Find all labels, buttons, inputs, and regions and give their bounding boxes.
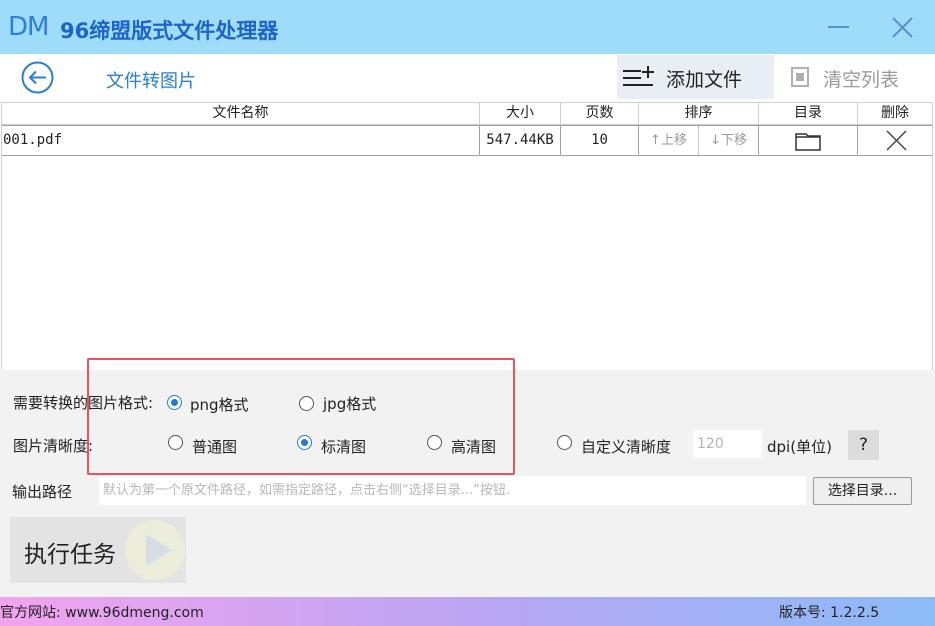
file-table: 文件名称 大小 页数 排序 目录 删除 001.pdf 547.44KB 10 … xyxy=(1,102,933,370)
add-file-label: 添加文件 xyxy=(666,69,743,91)
delete-row-button[interactable] xyxy=(858,126,932,155)
move-down-button[interactable]: ↓下移 xyxy=(699,126,759,155)
back-arrow-icon xyxy=(21,61,54,94)
back-button[interactable] xyxy=(21,61,54,94)
minimize-icon xyxy=(828,26,849,28)
clarity-custom-label[interactable]: 自定义清晰度 xyxy=(581,436,671,457)
add-list-icon xyxy=(623,66,654,86)
version-label: 版本号: 1.2.2.5 xyxy=(779,605,880,621)
trash-icon xyxy=(791,67,809,87)
cell-file-name: 001.pdf xyxy=(2,126,480,155)
table-row[interactable]: 001.pdf 547.44KB 10 ↑上移 ↓下移 xyxy=(2,125,932,156)
output-path-input[interactable]: 默认为第一个原文件路径，如需指定路径，点击右侧“选择目录...”按钮. xyxy=(99,476,806,505)
clarity-label: 图片清晰度: xyxy=(13,437,94,455)
arrow-up-icon: ↑ xyxy=(650,133,661,148)
clear-list-button[interactable]: 清空列表 xyxy=(774,55,933,99)
table-header: 文件名称 大小 页数 排序 目录 删除 xyxy=(2,103,932,125)
close-icon xyxy=(892,17,913,38)
col-header-dir[interactable]: 目录 xyxy=(759,103,858,125)
minimize-button[interactable] xyxy=(808,0,870,54)
col-header-delete[interactable]: 删除 xyxy=(858,103,932,125)
dpi-unit-label: dpi(单位) xyxy=(767,438,832,456)
browse-directory-button[interactable]: 选择目录... xyxy=(813,477,912,505)
cell-file-size: 547.44KB xyxy=(480,126,561,155)
website-link[interactable]: 官方网站: www.96dmeng.com xyxy=(0,602,204,622)
dpi-input[interactable]: 120 xyxy=(693,430,762,458)
move-up-label: 上移 xyxy=(660,133,687,148)
page-title: 文件转图片 xyxy=(106,71,196,92)
open-folder-button[interactable] xyxy=(759,126,858,155)
close-button[interactable] xyxy=(872,0,934,54)
run-task-button[interactable]: 执行任务 xyxy=(10,517,186,583)
add-file-button[interactable]: 添加文件 xyxy=(617,55,774,99)
highlight-box xyxy=(87,358,515,475)
output-path-label: 输出路径 xyxy=(12,483,73,501)
app-logo: DM xyxy=(8,12,49,42)
col-header-sort[interactable]: 排序 xyxy=(639,103,759,125)
col-header-name[interactable]: 文件名称 xyxy=(2,103,480,125)
arrow-down-icon: ↓ xyxy=(710,133,721,148)
play-icon xyxy=(125,520,185,580)
cell-page-count: 10 xyxy=(561,126,639,155)
move-up-button[interactable]: ↑上移 xyxy=(639,126,699,155)
col-header-pages[interactable]: 页数 xyxy=(561,103,639,125)
app-title: 96缔盟版式文件处理器 xyxy=(60,19,279,43)
run-task-label: 执行任务 xyxy=(24,542,116,568)
title-bar: DM 96缔盟版式文件处理器 xyxy=(0,0,935,54)
clear-list-label: 清空列表 xyxy=(823,69,900,91)
radio-clarity-custom[interactable] xyxy=(557,435,572,450)
move-down-label: 下移 xyxy=(720,133,747,148)
help-button[interactable]: ? xyxy=(848,430,879,460)
delete-x-icon xyxy=(886,130,907,151)
col-header-size[interactable]: 大小 xyxy=(480,103,561,125)
status-bar: 官方网站: www.96dmeng.com 版本号: 1.2.2.5 xyxy=(0,597,935,626)
folder-icon xyxy=(795,133,821,151)
